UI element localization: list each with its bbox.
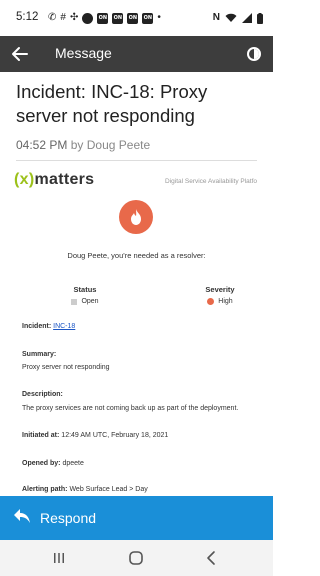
respond-label: Respond	[40, 510, 97, 526]
notification-icon: ✆	[48, 12, 57, 23]
incident-field: Incident: INC-18	[22, 323, 76, 330]
status-label: Status	[73, 285, 97, 294]
back-arrow-icon[interactable]	[10, 44, 30, 64]
severity-dot-icon	[207, 298, 215, 305]
summary-label: Summary:	[22, 351, 57, 358]
news-icon: ON	[142, 12, 154, 24]
summary-value: Proxy server not responding	[22, 364, 110, 371]
back-nav-icon[interactable]	[204, 550, 220, 566]
grid-icon: ✣	[69, 12, 79, 23]
status-notifications: ✆ # ✣ ON ON ON ON •	[48, 12, 161, 24]
status-icon	[71, 298, 78, 305]
recents-icon[interactable]	[51, 550, 67, 566]
hashtag-icon: #	[60, 12, 66, 23]
severity-value: High	[218, 298, 233, 305]
signal-icon	[242, 13, 252, 23]
home-icon[interactable]	[128, 550, 144, 566]
incident-link[interactable]: INC-18	[53, 323, 75, 330]
app-bar: Message	[0, 36, 273, 72]
resolver-message: Doug Peete, you're needed as a resolver:	[67, 251, 206, 260]
system-nav-bar	[0, 540, 273, 576]
battery-icon	[257, 12, 263, 24]
xmatters-logo: (x)matters	[14, 171, 95, 188]
severity-label: Severity	[205, 285, 235, 294]
fire-badge	[119, 200, 153, 234]
news-icon: ON	[97, 12, 109, 24]
incident-time: 04:52 PM	[16, 138, 68, 152]
status-value: Open	[81, 298, 99, 305]
fire-icon	[131, 209, 141, 225]
description-value: The proxy services are not coming back u…	[22, 405, 239, 412]
incident-by: by	[70, 138, 84, 152]
divider	[16, 160, 257, 161]
alerting-path-field: Alerting path: Web Surface Lead > Day	[22, 486, 148, 493]
severity-column: Severity High	[198, 285, 242, 305]
app-title: Message	[55, 45, 112, 61]
description-label: Description:	[22, 391, 63, 398]
severity-value-row: High	[198, 298, 242, 305]
brand-tagline: Digital Service Availability Platfo	[165, 178, 258, 185]
status-column: Status Open	[60, 285, 110, 305]
circle-icon	[82, 12, 94, 24]
incident-meta: 04:52 PM by Doug Peete	[16, 138, 150, 152]
status-bar: 5:12 ✆ # ✣ ON ON ON ON • N	[0, 0, 273, 36]
theme-toggle-icon[interactable]	[247, 47, 261, 61]
email-body[interactable]: (x)matters Digital Service Availability …	[0, 162, 273, 496]
nfc-icon: N	[212, 12, 220, 23]
respond-button[interactable]: Respond	[0, 496, 273, 540]
news-icon: ON	[127, 12, 139, 24]
dot-icon: •	[157, 12, 161, 23]
incident-title: Incident: INC-18: Proxy server not respo…	[16, 81, 208, 126]
status-time: 5:12	[16, 11, 39, 23]
initiated-field: Initiated at: 12:49 AM UTC, February 18,…	[22, 432, 169, 439]
status-value-row: Open	[60, 298, 110, 305]
news-icon: ON	[112, 12, 124, 24]
status-system-icons: N	[213, 12, 263, 24]
wifi-icon	[225, 13, 237, 22]
reply-icon	[14, 509, 30, 523]
incident-author: Doug Peete	[86, 138, 151, 152]
opened-by-field: Opened by: dpeete	[22, 460, 84, 467]
